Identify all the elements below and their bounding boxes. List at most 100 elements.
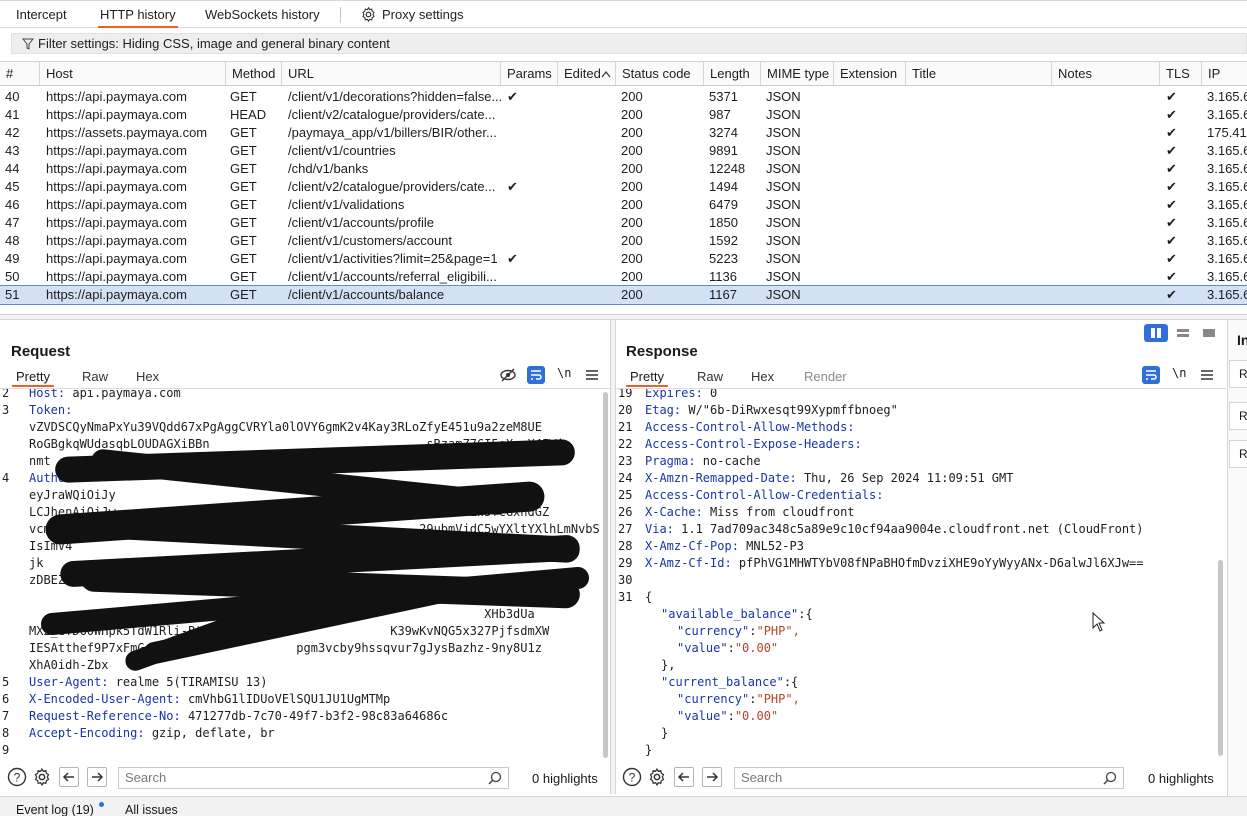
table-row[interactable]: 50 https://api.paymaya.com GET/client/v1/a… bbox=[0, 268, 1247, 286]
layout-single-icon[interactable] bbox=[1197, 324, 1221, 342]
cell-length: 1167 bbox=[709, 287, 737, 302]
previous-match-button[interactable] bbox=[59, 767, 79, 787]
column-header[interactable]: IP bbox=[1202, 62, 1247, 85]
wrap-lines-icon[interactable] bbox=[1142, 366, 1160, 384]
wrap-lines-icon[interactable] bbox=[527, 366, 545, 384]
all-issues-link[interactable]: All issues bbox=[125, 802, 178, 816]
column-header[interactable]: Params bbox=[501, 62, 558, 85]
cell-method: GET bbox=[230, 197, 257, 212]
request-editor[interactable]: 2 Host: api.paymaya.com 3 Token: vZVDSCQyNma… bbox=[0, 389, 603, 759]
cell-status: 200 bbox=[621, 179, 643, 194]
cell-number: 45 bbox=[5, 179, 20, 194]
settings-gear-icon[interactable] bbox=[32, 767, 52, 787]
cell-url: /client/v1/decorations?hidden=false... bbox=[288, 89, 501, 104]
tab-proxy-settings[interactable]: Proxy settings bbox=[360, 1, 466, 28]
cell-params bbox=[501, 160, 558, 178]
column-header[interactable]: Edited bbox=[558, 62, 616, 85]
cell-host: https://api.paymaya.com bbox=[46, 89, 187, 104]
table-row[interactable]: 45 https://api.paymaya.com GET/client/v2/c… bbox=[0, 178, 1247, 196]
tab-websockets-history[interactable]: WebSockets history bbox=[203, 1, 322, 28]
cell-ip: 3.165.6 bbox=[1207, 161, 1247, 176]
request-search-input[interactable]: Search bbox=[118, 767, 509, 789]
cell-number: 42 bbox=[5, 125, 20, 140]
column-header[interactable]: TLS bbox=[1160, 62, 1202, 85]
column-header[interactable]: Host bbox=[40, 62, 226, 85]
request-line: LCJhenAiOiJw 129wZSI6ImludG ZW5fcGxhdGZ bbox=[29, 504, 549, 521]
table-row[interactable]: 49 https://api.paymaya.com GET/client/v1/a… bbox=[0, 250, 1247, 268]
filter-settings-bar[interactable]: Filter settings: Hiding CSS, image and g… bbox=[11, 33, 1247, 54]
tab-intercept[interactable]: Intercept bbox=[14, 1, 69, 28]
table-row[interactable]: 42 https://assets.paymaya.com GET/paymaya_… bbox=[0, 124, 1247, 142]
layout-stacked-icon[interactable] bbox=[1171, 324, 1195, 342]
cell-tls: ✔ bbox=[1166, 161, 1177, 176]
menu-icon[interactable] bbox=[585, 368, 599, 382]
hide-eye-icon[interactable] bbox=[499, 367, 517, 383]
column-header[interactable]: URL bbox=[282, 62, 501, 85]
cell-method: GET bbox=[230, 269, 257, 284]
arrow-right-icon bbox=[707, 772, 719, 782]
help-icon[interactable]: ? bbox=[622, 767, 642, 787]
request-line: MX2_eTD6OWHpk5TdW1Rli-BtbGy9p7 K39wKvNQG… bbox=[29, 623, 549, 640]
help-icon[interactable]: ? bbox=[7, 767, 27, 787]
table-row[interactable]: 41 https://api.paymaya.com HEAD/client/v2/… bbox=[0, 106, 1247, 124]
request-scrollbar[interactable] bbox=[603, 392, 608, 758]
header-value: MX2_eTD6OWHpk5TdW1Rli-BtbGy9p7 K39wKvNQG… bbox=[29, 624, 550, 638]
response-line: Access-Control-Allow-Methods: bbox=[645, 419, 855, 436]
inspector-row[interactable]: Re bbox=[1229, 402, 1247, 430]
table-row[interactable]: 40 https://api.paymaya.com GET/client/v1/d… bbox=[0, 88, 1247, 106]
search-placeholder: Search bbox=[125, 770, 167, 785]
cell-tls: ✔ bbox=[1166, 107, 1177, 122]
response-tab-render[interactable]: Render bbox=[800, 367, 851, 387]
cell-length: 1592 bbox=[709, 233, 738, 248]
response-tab-raw[interactable]: Raw bbox=[693, 367, 727, 387]
cell-status: 200 bbox=[621, 143, 643, 158]
request-tab-pretty[interactable]: Pretty bbox=[12, 367, 54, 387]
header-name: Access-Control-Allow-Methods: bbox=[645, 420, 855, 434]
column-header[interactable]: Method bbox=[226, 62, 282, 85]
response-scrollbar[interactable] bbox=[1218, 560, 1223, 756]
column-header[interactable]: Title bbox=[906, 62, 1052, 85]
table-row[interactable]: 43 https://api.paymaya.com GET/client/v1/c… bbox=[0, 142, 1247, 160]
cell-ip: 3.165.6 bbox=[1207, 179, 1247, 194]
table-row[interactable]: 44 https://api.paymaya.com GET/chd/v1/bank… bbox=[0, 160, 1247, 178]
settings-gear-icon[interactable] bbox=[647, 767, 667, 787]
tab-http-history[interactable]: HTTP history bbox=[98, 1, 178, 28]
response-tab-hex[interactable]: Hex bbox=[747, 367, 778, 387]
column-header[interactable]: MIME type bbox=[761, 62, 834, 85]
inspector-row[interactable]: Re bbox=[1229, 360, 1247, 388]
event-log-link[interactable]: Event log (19) bbox=[16, 802, 94, 816]
header-value: zDBEZA1A12sNF bbox=[29, 573, 123, 587]
request-tab-hex[interactable]: Hex bbox=[132, 367, 163, 387]
previous-match-button[interactable] bbox=[674, 767, 694, 787]
request-tab-raw[interactable]: Raw bbox=[78, 367, 112, 387]
layout-side-by-side-icon[interactable] bbox=[1144, 324, 1168, 342]
menu-icon[interactable] bbox=[1200, 368, 1214, 382]
response-search-input[interactable]: Search bbox=[734, 767, 1124, 789]
table-row[interactable]: 51 https://api.paymaya.com GET/client/v1/a… bbox=[0, 285, 1247, 305]
response-editor[interactable]: 19 Expires: 0 20 Etag: W/"6b-DiRwxesqt99Xyp… bbox=[616, 389, 1218, 759]
column-header[interactable]: Extension bbox=[834, 62, 906, 85]
cell-status: 200 bbox=[621, 161, 643, 176]
inspector-row[interactable]: Re bbox=[1229, 440, 1247, 468]
show-newlines-toggle[interactable]: \n bbox=[557, 366, 571, 380]
table-row[interactable]: 46 https://api.paymaya.com GET/client/v1/v… bbox=[0, 196, 1247, 214]
header-value: vZVDSCQyNmaPxYu39VQdd67xPgAggCVRYla0lOVY… bbox=[29, 420, 542, 434]
show-newlines-toggle[interactable]: \n bbox=[1172, 366, 1186, 380]
json-punctuation: :{ bbox=[783, 675, 799, 689]
column-header[interactable]: Status code bbox=[616, 62, 704, 85]
table-row[interactable]: 48 https://api.paymaya.com GET/client/v1/c… bbox=[0, 232, 1247, 250]
request-highlights-count: 0 highlights bbox=[532, 771, 598, 786]
cell-ip: 3.165.6 bbox=[1207, 143, 1247, 158]
request-line: RoGBgkqWUdasqbLOUDAGXiBBn sRzamZ7CI5oXzn… bbox=[29, 436, 564, 453]
next-match-button[interactable] bbox=[87, 767, 107, 787]
cell-method: GET bbox=[230, 161, 257, 176]
next-match-button[interactable] bbox=[702, 767, 722, 787]
line-number: 19 bbox=[618, 389, 633, 400]
column-header[interactable]: # bbox=[0, 62, 40, 85]
column-header[interactable]: Notes bbox=[1052, 62, 1160, 85]
response-tab-pretty[interactable]: Pretty bbox=[626, 367, 668, 387]
request-line: jk bbox=[29, 555, 43, 572]
cell-mime: JSON bbox=[766, 287, 801, 302]
table-row[interactable]: 47 https://api.paymaya.com GET/client/v1/a… bbox=[0, 214, 1247, 232]
column-header[interactable]: Length bbox=[704, 62, 761, 85]
